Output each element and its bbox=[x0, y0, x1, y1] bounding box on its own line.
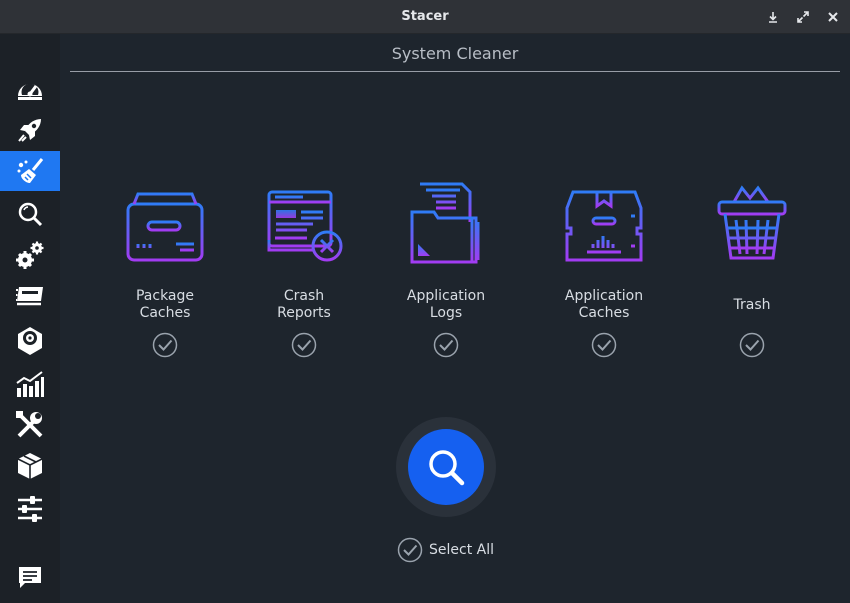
sidebar-item-resources[interactable] bbox=[0, 364, 60, 404]
category-label: Application Logs bbox=[406, 288, 486, 321]
checkbox-crash-reports[interactable] bbox=[291, 332, 317, 358]
sidebar-item-processes[interactable] bbox=[0, 277, 60, 317]
gears-icon bbox=[16, 241, 44, 269]
chart-icon bbox=[16, 371, 44, 397]
category-package-caches: Package Caches bbox=[100, 174, 230, 358]
scan-button-ring bbox=[396, 417, 496, 517]
logs-folder-icon[interactable] bbox=[401, 174, 491, 264]
check-circle-icon bbox=[397, 537, 423, 563]
rocket-icon bbox=[18, 119, 41, 142]
title-divider bbox=[70, 71, 840, 72]
minimize-icon[interactable] bbox=[764, 8, 782, 26]
category-label: Application Caches bbox=[564, 288, 644, 321]
trash-basket-icon[interactable] bbox=[707, 174, 797, 264]
window-titlebar: Stacer bbox=[0, 0, 850, 34]
sidebar-item-search[interactable] bbox=[0, 194, 60, 234]
package-icon bbox=[17, 453, 43, 479]
main-content: System Cleaner Package Caches Crash Repo… bbox=[60, 34, 850, 603]
checkbox-trash[interactable] bbox=[739, 332, 765, 358]
sidebar-item-dashboard[interactable] bbox=[0, 69, 60, 109]
package-cache-icon[interactable] bbox=[120, 174, 210, 264]
category-application-logs: Application Logs bbox=[381, 174, 511, 358]
checkbox-package-caches[interactable] bbox=[152, 332, 178, 358]
tools-icon bbox=[16, 411, 43, 438]
sidebar-item-helpers[interactable] bbox=[0, 405, 60, 445]
select-all-label: Select All bbox=[429, 542, 494, 558]
sidebar-item-apt-repository-manager[interactable] bbox=[0, 446, 60, 486]
checkbox-application-logs[interactable] bbox=[433, 332, 459, 358]
close-icon[interactable] bbox=[824, 8, 842, 26]
checkbox-application-caches[interactable] bbox=[591, 332, 617, 358]
window-controls bbox=[764, 0, 842, 34]
maximize-icon[interactable] bbox=[794, 8, 812, 26]
broom-icon bbox=[17, 158, 44, 183]
disk-icon bbox=[18, 327, 42, 355]
category-application-caches: Application Caches bbox=[539, 174, 669, 358]
search-icon bbox=[429, 450, 465, 486]
sidebar bbox=[0, 34, 60, 603]
sidebar-item-startup-apps[interactable] bbox=[0, 110, 60, 150]
category-label: Trash bbox=[733, 296, 771, 313]
select-all-checkbox[interactable]: Select All bbox=[397, 537, 494, 563]
app-cache-icon[interactable] bbox=[559, 174, 649, 264]
category-trash: Trash bbox=[687, 174, 817, 358]
category-crash-reports: Crash Reports bbox=[239, 174, 369, 358]
sidebar-item-services[interactable] bbox=[0, 235, 60, 275]
processes-icon bbox=[16, 287, 43, 306]
crash-report-icon[interactable] bbox=[259, 174, 349, 264]
search-icon bbox=[18, 202, 43, 227]
speedometer-icon bbox=[18, 83, 42, 100]
window-title: Stacer bbox=[401, 9, 449, 24]
scan-button[interactable] bbox=[408, 429, 484, 505]
chat-icon bbox=[19, 567, 41, 588]
category-label: Package Caches bbox=[135, 288, 195, 321]
sidebar-item-settings[interactable] bbox=[0, 489, 60, 529]
sidebar-item-feedback[interactable] bbox=[0, 558, 60, 598]
sidebar-item-uninstaller[interactable] bbox=[0, 321, 60, 361]
sidebar-item-system-cleaner[interactable] bbox=[0, 151, 60, 191]
page-title: System Cleaner bbox=[391, 44, 519, 63]
category-label: Crash Reports bbox=[277, 288, 331, 321]
sliders-icon bbox=[18, 496, 42, 522]
